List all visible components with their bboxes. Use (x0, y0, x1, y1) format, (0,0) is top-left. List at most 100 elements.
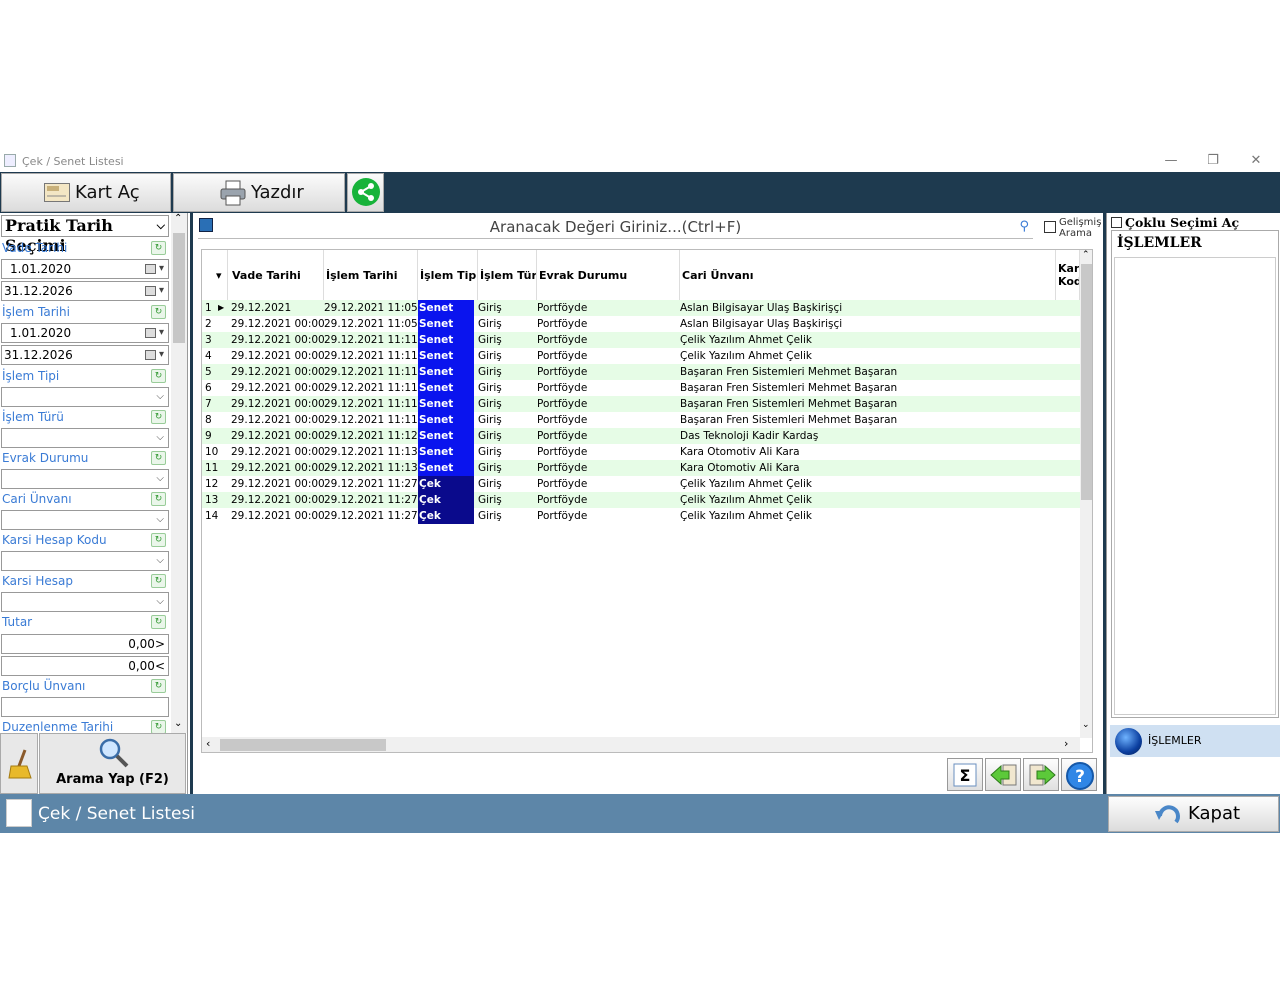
calendar-icon[interactable] (145, 286, 156, 296)
dropdown-arrow-icon[interactable]: ▾ (159, 346, 164, 364)
share-button[interactable] (347, 173, 384, 212)
grid-horizontal-scrollbar[interactable]: ‹ › (202, 737, 1080, 752)
islem-tipi-select[interactable]: ⌵ (1, 387, 169, 407)
clear-filters-button[interactable] (0, 733, 38, 794)
kapat-button[interactable]: Kapat (1108, 796, 1279, 832)
dropdown-arrow-icon[interactable]: ▾ (159, 260, 164, 278)
tutar-max-input[interactable]: 0,00< (1, 656, 169, 676)
table-row[interactable]: 4 29.12.2021 00:00 29.12.2021 11:11 Senet Gi… (202, 348, 1080, 364)
search-button[interactable]: Arama Yap (F2) (39, 733, 186, 794)
search-icon[interactable]: ⚲ (1019, 215, 1029, 239)
islem-to-date[interactable]: 31.12.2026 ▾ (1, 345, 169, 365)
help-button[interactable]: ? (1061, 758, 1097, 791)
table-cell: 29.12.2021 00:00 (231, 510, 324, 522)
scroll-down-icon[interactable]: ⌄ (1082, 720, 1090, 730)
vade-to-date[interactable]: 31.12.2026 ▾ (1, 281, 169, 301)
vade-from-date[interactable]: 1.01.2020 ▾ (1, 259, 169, 279)
table-row[interactable]: 5 29.12.2021 00:00 29.12.2021 11:11 Senet Gi… (202, 364, 1080, 380)
advanced-search-checkbox[interactable] (1044, 221, 1056, 233)
karsi-hesap-kodu-select[interactable]: ⌵ (1, 551, 169, 571)
refresh-icon[interactable]: ↻ (151, 720, 166, 734)
table-row[interactable]: 10 29.12.2021 00:00 29.12.2021 11:13 Senet G… (202, 444, 1080, 460)
table-cell: Çek (418, 508, 474, 524)
scroll-left-icon[interactable]: ‹ (206, 737, 210, 750)
refresh-icon[interactable]: ↻ (151, 679, 166, 693)
table-row[interactable]: 1 29.12.2021 29.12.2021 11:05 Senet Giriş Por… (202, 300, 1080, 316)
scrollbar-thumb[interactable] (220, 739, 386, 751)
row-number: 12 (205, 478, 219, 490)
table-row[interactable]: 8 29.12.2021 00:00 29.12.2021 11:11 Senet Gi… (202, 412, 1080, 428)
islem-from-date[interactable]: 1.01.2020 ▾ (1, 323, 169, 343)
table-cell: 29.12.2021 11:27 (324, 494, 418, 506)
scrollbar-thumb[interactable] (173, 233, 185, 343)
chevron-down-icon[interactable]: ⌵ (156, 552, 164, 570)
chevron-down-icon[interactable]: ⌵ (156, 511, 164, 529)
refresh-icon[interactable]: ↻ (151, 533, 166, 547)
column-header[interactable]: İşlem Türü (478, 250, 537, 300)
refresh-icon[interactable]: ↻ (151, 241, 166, 255)
minimize-button[interactable]: — (1158, 152, 1184, 170)
sort-indicator-icon[interactable]: ▾ (202, 250, 228, 300)
chevron-down-icon[interactable]: ⌵ (156, 470, 164, 488)
records-grid: ▾ Vade Tarihi İşlem Tarihi İşlem Tipi İşlem … (201, 249, 1093, 753)
scroll-up-icon[interactable]: ⌃ (174, 213, 182, 224)
table-row[interactable]: 11 29.12.2021 00:00 29.12.2021 11:13 Senet G… (202, 460, 1080, 476)
scroll-right-icon[interactable]: › (1064, 737, 1068, 750)
refresh-icon[interactable]: ↻ (151, 451, 166, 465)
tutar-min-input[interactable]: 0,00> (1, 634, 169, 654)
pratik-tarih-select[interactable]: Pratik Tarih Seçimi ⌵ (1, 215, 169, 255)
dropdown-arrow-icon[interactable]: ▾ (159, 324, 164, 342)
calendar-icon[interactable] (145, 264, 156, 274)
evrak-durumu-select[interactable]: ⌵ (1, 469, 169, 489)
search-input[interactable]: Aranacak Değeri Giriniz...(Ctrl+F) ⚲ (198, 215, 1033, 239)
table-row[interactable]: 9 29.12.2021 00:00 29.12.2021 11:12 Senet Gi… (202, 428, 1080, 444)
refresh-icon[interactable]: ↻ (151, 574, 166, 588)
refresh-icon[interactable]: ↻ (151, 305, 166, 319)
karsi-hesap-select[interactable]: ⌵ (1, 592, 169, 612)
restore-button[interactable]: ❐ (1200, 152, 1226, 170)
column-header[interactable]: Cari Ünvanı (680, 250, 1056, 300)
cari-unvani-select[interactable]: ⌵ (1, 510, 169, 530)
calendar-icon[interactable] (145, 328, 156, 338)
table-cell: Portföyde (537, 302, 588, 314)
main-window: Çek / Senet Listesi — ❐ ✕ Kart Aç Yazdır… (0, 150, 1280, 833)
table-row[interactable]: 7 29.12.2021 00:00 29.12.2021 11:11 Senet Gi… (202, 396, 1080, 412)
previous-button[interactable] (985, 758, 1021, 791)
refresh-icon[interactable]: ↻ (151, 410, 166, 424)
multi-select-checkbox[interactable] (1111, 217, 1122, 228)
islem-turu-select[interactable]: ⌵ (1, 428, 169, 448)
close-button[interactable]: ✕ (1243, 152, 1269, 170)
chevron-down-icon[interactable]: ⌵ (156, 593, 164, 611)
column-header[interactable]: Vade Tarihi (230, 250, 324, 300)
grid-vertical-scrollbar[interactable]: ⌃ ⌄ (1080, 250, 1092, 738)
sum-button[interactable]: Σ (947, 758, 983, 791)
yazdir-button[interactable]: Yazdır (173, 173, 345, 212)
column-header[interactable]: İşlem Tarihi (324, 250, 418, 300)
scroll-up-icon[interactable]: ⌃ (1082, 250, 1090, 260)
scrollbar-thumb[interactable] (1081, 264, 1092, 500)
chevron-down-icon[interactable]: ⌵ (156, 388, 164, 406)
kart-ac-button[interactable]: Kart Aç (1, 173, 171, 212)
operations-item[interactable]: İŞLEMLER (1110, 725, 1280, 757)
calendar-icon[interactable] (145, 350, 156, 360)
table-row[interactable]: 2 29.12.2021 00:00 29.12.2021 11:05 Senet Gi… (202, 316, 1080, 332)
refresh-icon[interactable]: ↻ (151, 369, 166, 383)
table-cell: Giriş (478, 334, 502, 346)
scroll-down-icon[interactable]: ⌄ (174, 718, 182, 729)
refresh-icon[interactable]: ↻ (151, 492, 166, 506)
column-header[interactable]: Karsi Kodu (1056, 250, 1080, 300)
dropdown-arrow-icon[interactable]: ▾ (159, 282, 164, 300)
chevron-down-icon[interactable]: ⌵ (156, 429, 164, 447)
column-header[interactable]: İşlem Tipi (418, 250, 478, 300)
table-row[interactable]: 12 29.12.2021 00:00 29.12.2021 11:27 Çek Gir… (202, 476, 1080, 492)
column-header[interactable]: Evrak Durumu (537, 250, 680, 300)
table-row[interactable]: 13 29.12.2021 00:00 29.12.2021 11:27 Çek Gir… (202, 492, 1080, 508)
next-button[interactable] (1023, 758, 1059, 791)
filter-panel-scrollbar[interactable]: ⌃ ⌄ (171, 213, 187, 733)
borclu-unvani-input[interactable] (1, 697, 169, 717)
table-row[interactable]: 14 29.12.2021 00:00 29.12.2021 11:27 Çek Gir… (202, 508, 1080, 524)
table-row[interactable]: 6 29.12.2021 00:00 29.12.2021 11:11 Senet Gi… (202, 380, 1080, 396)
magnifier-icon (99, 738, 129, 768)
table-row[interactable]: 3 29.12.2021 00:00 29.12.2021 11:11 Senet Gi… (202, 332, 1080, 348)
refresh-icon[interactable]: ↻ (151, 615, 166, 629)
